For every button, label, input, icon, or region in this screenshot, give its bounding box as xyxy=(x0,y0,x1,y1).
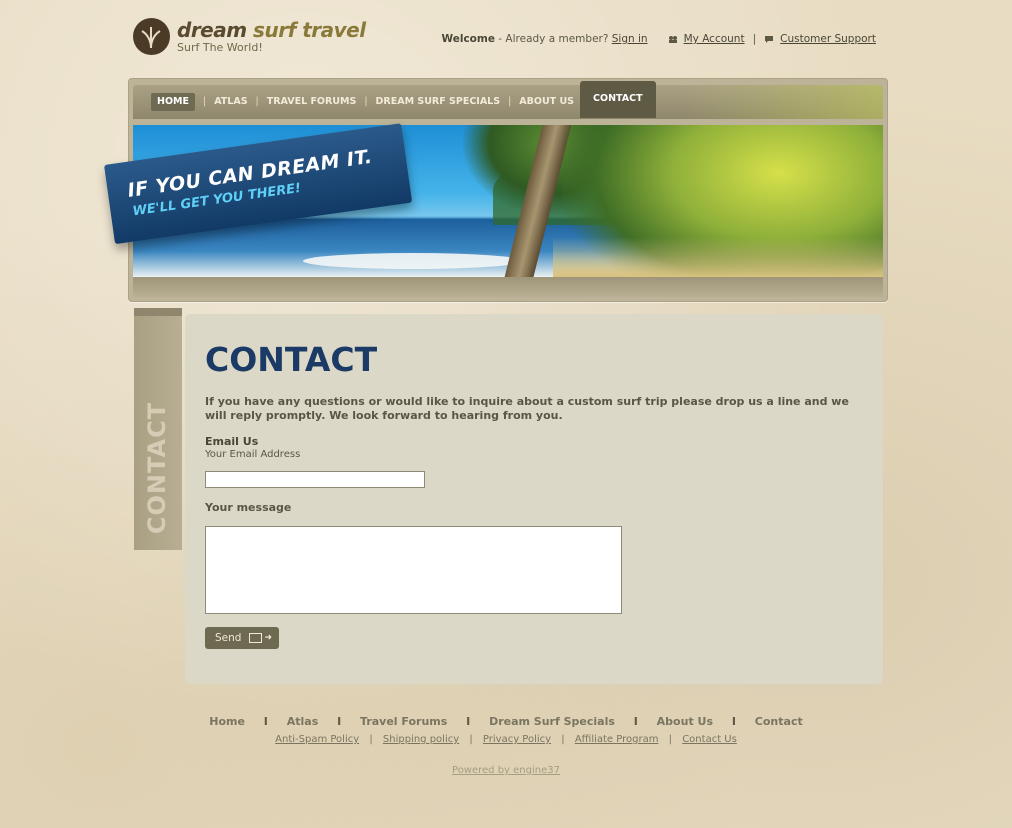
topbar-separator: | xyxy=(752,33,757,45)
nav-contact[interactable]: CONTACT xyxy=(580,80,656,118)
arrow-right-icon: ➜ xyxy=(264,633,272,643)
footer-nav-travel-forums[interactable]: Travel Forums xyxy=(360,715,447,728)
shipping-policy-link[interactable]: Shipping policy xyxy=(383,734,459,745)
hero-wave xyxy=(303,253,523,269)
sign-in-link[interactable]: Sign in xyxy=(612,33,648,45)
footer-nav: Home I Atlas I Travel Forums I Dream Sur… xyxy=(0,715,1012,728)
footer-nav-dream-surf-specials[interactable]: Dream Surf Specials xyxy=(489,715,615,728)
nav-divider: | xyxy=(508,96,512,107)
site-logo[interactable]: dream surf travel Surf The World! xyxy=(133,18,383,58)
message-field[interactable] xyxy=(205,526,622,614)
nav-divider: | xyxy=(364,96,368,107)
brand-tagline: Surf The World! xyxy=(177,41,263,54)
logo-leaf-icon xyxy=(133,18,170,55)
footer-nav-separator: I xyxy=(263,715,268,728)
brand-name: dream surf travel xyxy=(177,18,366,42)
section-side-tab: CONTACT xyxy=(134,308,182,550)
intro-text: If you have any questions or would like … xyxy=(205,395,849,422)
brand-name-part1: dream xyxy=(177,18,247,42)
footer-nav-separator: I xyxy=(466,715,471,728)
account-icon xyxy=(668,34,678,44)
hero-ledge xyxy=(133,277,883,297)
envelope-icon xyxy=(249,633,263,643)
support-chat-icon xyxy=(764,34,774,44)
footer-link-separator: | xyxy=(369,734,373,745)
brand-name-part2: surf travel xyxy=(246,18,366,42)
nav-home[interactable]: HOME xyxy=(145,85,201,119)
contact-panel: CONTACT If you have any questions or wou… xyxy=(185,314,883,684)
nav-divider: | xyxy=(255,96,259,107)
hero-sand xyxy=(553,237,883,277)
nav-travel-forums[interactable]: TRAVEL FORUMS xyxy=(261,85,363,119)
my-account-link[interactable]: My Account xyxy=(684,33,745,45)
page-title: CONTACT xyxy=(205,340,378,379)
affiliate-program-link[interactable]: Affiliate Program xyxy=(575,734,659,745)
side-tab-rule xyxy=(134,308,182,316)
customer-support-link[interactable]: Customer Support xyxy=(780,33,876,45)
nav-about-us[interactable]: ABOUT US xyxy=(513,85,580,119)
anti-spam-policy-link[interactable]: Anti-Spam Policy xyxy=(275,734,359,745)
side-tab-label: CONTACT xyxy=(143,401,171,535)
footer-nav-separator: I xyxy=(633,715,638,728)
account-bar: Welcome - Already a member? Sign in My A… xyxy=(442,33,876,45)
nav-home-label: HOME xyxy=(151,93,195,111)
nav-dream-surf-specials[interactable]: DREAM SURF SPECIALS xyxy=(370,85,507,119)
main-nav: HOME | ATLAS | TRAVEL FORUMS | DREAM SUR… xyxy=(133,80,883,119)
email-field-label: Your Email Address xyxy=(205,449,301,460)
powered-by-link[interactable]: Powered by engine37 xyxy=(0,765,1012,776)
send-button-label: Send xyxy=(215,632,242,644)
footer-nav-atlas[interactable]: Atlas xyxy=(287,715,319,728)
footer-link-separator: | xyxy=(668,734,673,745)
footer-nav-home[interactable]: Home xyxy=(209,715,245,728)
privacy-policy-link[interactable]: Privacy Policy xyxy=(483,734,551,745)
footer-nav-separator: I xyxy=(337,715,342,728)
nav-atlas[interactable]: ATLAS xyxy=(208,85,253,119)
email-field[interactable] xyxy=(205,471,425,488)
message-field-label: Your message xyxy=(205,501,292,514)
member-prompt: - Already a member? xyxy=(494,33,612,45)
footer-link-separator: | xyxy=(561,734,565,745)
footer-link-separator: | xyxy=(469,734,473,745)
send-button[interactable]: Send ➜ xyxy=(205,627,279,649)
footer-policy-links: Anti-Spam Policy | Shipping policy | Pri… xyxy=(0,734,1012,745)
footer-nav-separator: I xyxy=(731,715,736,728)
email-section-title: Email Us xyxy=(205,435,259,448)
nav-divider: | xyxy=(202,96,207,107)
welcome-text: Welcome xyxy=(441,33,495,45)
footer-nav-contact[interactable]: Contact xyxy=(755,715,803,728)
contact-us-link[interactable]: Contact Us xyxy=(682,734,737,745)
footer-nav-about-us[interactable]: About Us xyxy=(657,715,713,728)
